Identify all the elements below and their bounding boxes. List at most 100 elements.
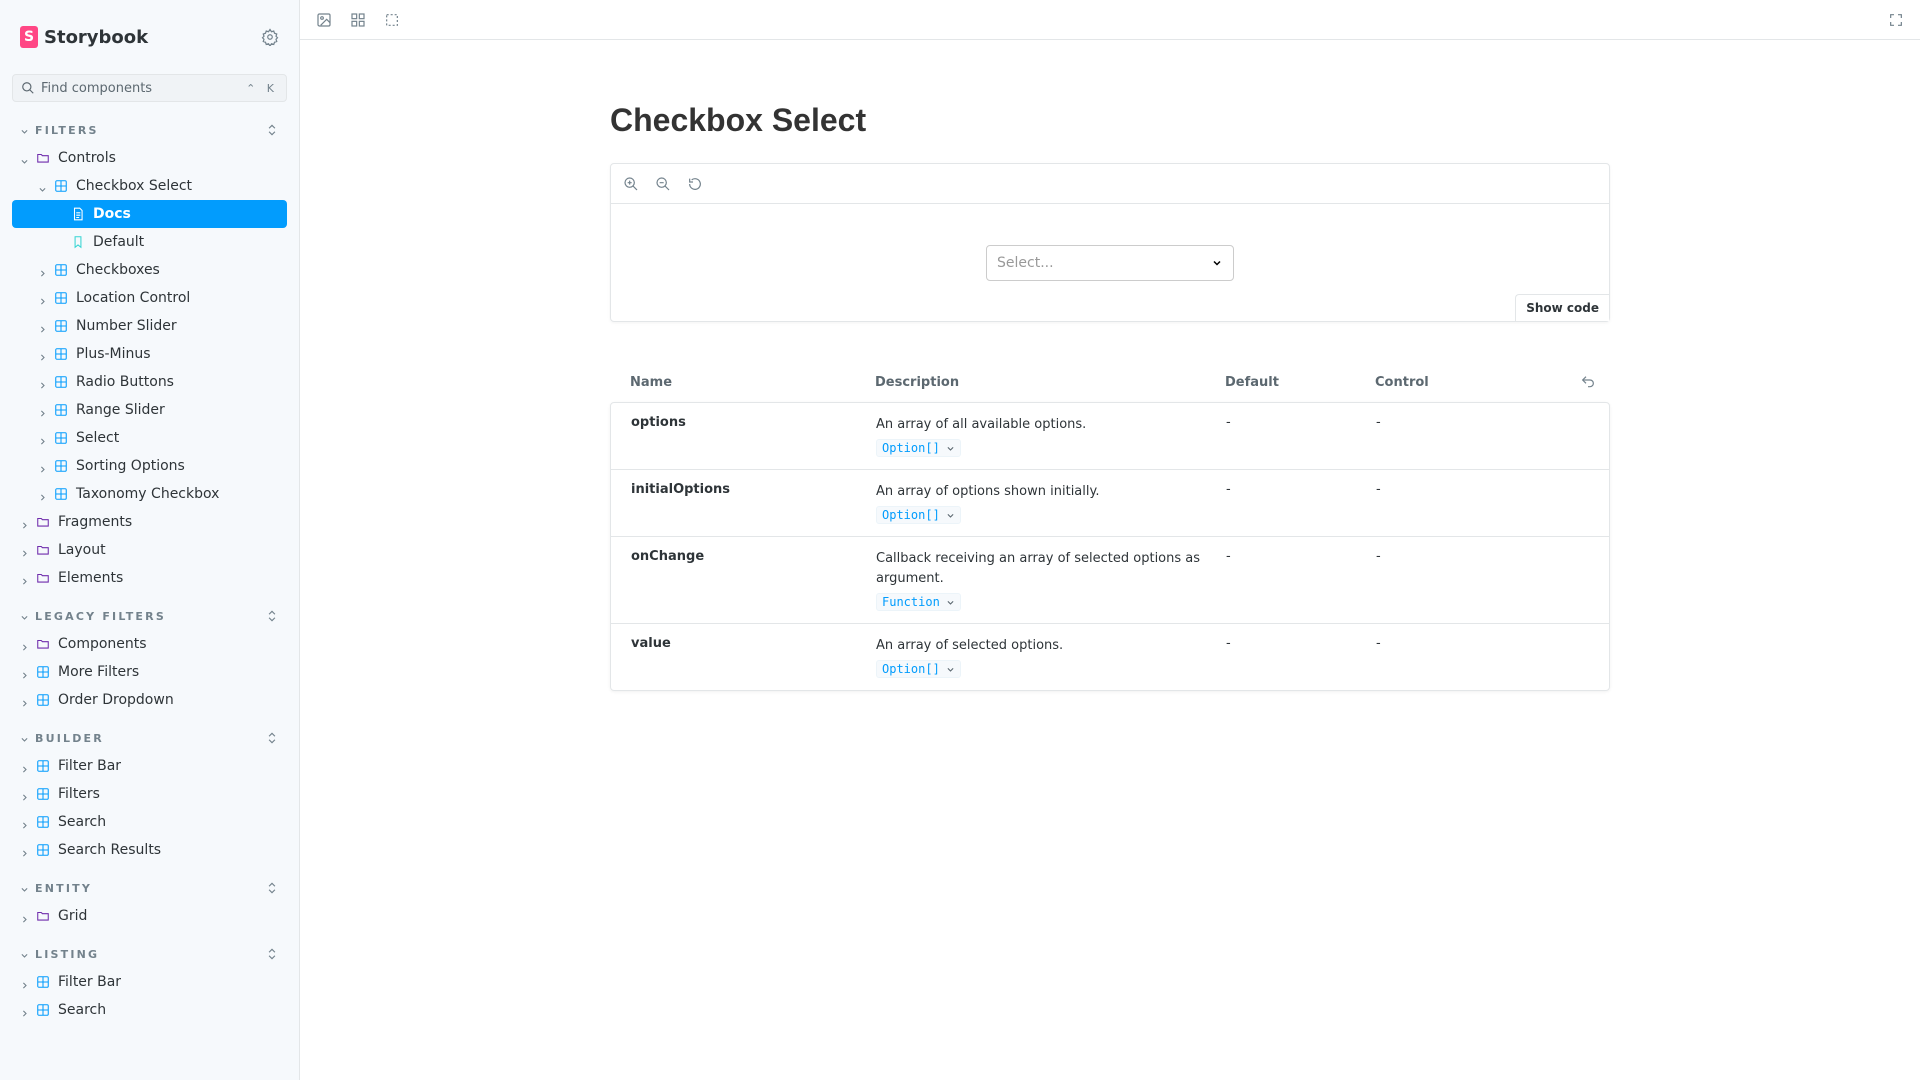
sidebar-item-components[interactable]: Components — [0, 630, 299, 658]
reset-controls-icon[interactable] — [1580, 374, 1596, 390]
chevron-right-icon — [20, 912, 29, 923]
chevron-right-icon — [38, 266, 47, 277]
sidebar-item-label: Taxonomy Checkbox — [76, 486, 220, 502]
arg-type-toggle[interactable]: Option[] — [876, 506, 961, 524]
chevron-down-icon — [20, 126, 29, 135]
sidebar-tree: FILTERS Controls Checkbox Select Docs Defaul… — [0, 116, 299, 1024]
sidebar-item-label: Filter Bar — [58, 974, 122, 990]
chevron-down-icon — [20, 950, 29, 959]
section-header-entity[interactable]: ENTITY — [0, 874, 299, 902]
sidebar-item-checkbox-select[interactable]: Checkbox Select — [0, 172, 299, 200]
show-code-button[interactable]: Show code — [1515, 294, 1609, 321]
arg-type-toggle[interactable]: Option[] — [876, 660, 961, 678]
arg-description: An array of selected options. — [876, 638, 1064, 653]
arg-default: - — [1226, 482, 1231, 497]
chevron-down-icon — [947, 446, 954, 451]
component-icon — [36, 1003, 50, 1017]
chevron-right-icon — [20, 1006, 29, 1017]
arg-description-cell: An array of selected options. Option[] — [876, 636, 1226, 678]
section-title: ENTITY — [35, 881, 92, 895]
section-header-filters[interactable]: FILTERS — [0, 116, 299, 144]
section-title: LEGACY FILTERS — [35, 609, 166, 623]
component-icon — [36, 665, 50, 679]
component-icon — [54, 179, 68, 193]
sidebar-item-label: Order Dropdown — [58, 692, 174, 708]
section-header-builder[interactable]: BUILDER — [0, 724, 299, 752]
sidebar-item-label: Sorting Options — [76, 458, 185, 474]
sidebar-item-select[interactable]: Select — [0, 424, 299, 452]
story-canvas: Select... Show code — [610, 163, 1610, 322]
sidebar-item-label: Fragments — [58, 514, 133, 530]
sidebar-item-radio-buttons[interactable]: Radio Buttons — [0, 368, 299, 396]
component-icon — [36, 787, 50, 801]
sidebar-item-label: Number Slider — [76, 318, 177, 334]
sidebar-item-range-slider[interactable]: Range Slider — [0, 396, 299, 424]
canvas-toolbar — [611, 164, 1609, 204]
document-icon — [71, 207, 85, 221]
zoom-out-icon[interactable] — [655, 176, 671, 192]
sidebar-item-taxonomy-checkbox[interactable]: Taxonomy Checkbox — [0, 480, 299, 508]
sidebar-item-label: Radio Buttons — [76, 374, 174, 390]
sidebar-item-filter-bar[interactable]: Filter Bar — [0, 968, 299, 996]
sidebar-item-elements[interactable]: Elements — [0, 564, 299, 592]
sidebar-item-more-filters[interactable]: More Filters — [0, 658, 299, 686]
outline-icon[interactable] — [384, 12, 400, 28]
search-input[interactable]: Find components ⌃ K — [12, 74, 287, 102]
section-header-listing[interactable]: LISTING — [0, 940, 299, 968]
sidebar-item-search[interactable]: Search — [0, 996, 299, 1024]
arg-control: - — [1376, 549, 1381, 564]
folder-icon — [36, 909, 50, 923]
zoom-in-icon[interactable] — [623, 176, 639, 192]
sidebar-item-filter-bar[interactable]: Filter Bar — [0, 752, 299, 780]
folder-icon — [36, 151, 50, 165]
sidebar-item-sorting-options[interactable]: Sorting Options — [0, 452, 299, 480]
storybook-logo[interactable]: S — [20, 26, 38, 48]
image-icon[interactable] — [316, 12, 332, 28]
chevron-right-icon — [38, 434, 47, 445]
checkbox-select-dropdown[interactable]: Select... — [986, 245, 1234, 281]
section-title: LISTING — [35, 947, 100, 961]
arg-type: Function — [882, 595, 940, 609]
sidebar-item-controls[interactable]: Controls — [0, 144, 299, 172]
chevron-right-icon — [20, 846, 29, 857]
sidebar-item-layout[interactable]: Layout — [0, 536, 299, 564]
zoom-reset-icon[interactable] — [687, 176, 703, 192]
arg-type-toggle[interactable]: Option[] — [876, 439, 961, 457]
gear-icon[interactable] — [261, 28, 279, 46]
expand-collapse-icon[interactable] — [265, 947, 279, 961]
expand-collapse-icon[interactable] — [265, 881, 279, 895]
component-icon — [36, 693, 50, 707]
sidebar-item-label: Default — [93, 234, 145, 250]
sidebar-item-label: Select — [76, 430, 120, 446]
expand-collapse-icon[interactable] — [265, 609, 279, 623]
chevron-right-icon — [20, 574, 29, 585]
sidebar-item-plus-minus[interactable]: Plus-Minus — [0, 340, 299, 368]
sidebar-item-search-results[interactable]: Search Results — [0, 836, 299, 864]
sidebar-item-filters[interactable]: Filters — [0, 780, 299, 808]
arg-default: - — [1226, 549, 1231, 564]
arg-name: initialOptions — [631, 482, 731, 497]
arg-type-toggle[interactable]: Function — [876, 593, 961, 611]
sidebar-item-order-dropdown[interactable]: Order Dropdown — [0, 686, 299, 714]
sidebar-item-grid[interactable]: Grid — [0, 902, 299, 930]
expand-collapse-icon[interactable] — [265, 731, 279, 745]
sidebar-item-default[interactable]: Default — [0, 228, 299, 256]
grid-icon[interactable] — [350, 12, 366, 28]
sidebar-item-number-slider[interactable]: Number Slider — [0, 312, 299, 340]
sidebar-item-fragments[interactable]: Fragments — [0, 508, 299, 536]
brand-name[interactable]: Storybook — [44, 27, 148, 48]
sidebar-item-checkboxes[interactable]: Checkboxes — [0, 256, 299, 284]
expand-collapse-icon[interactable] — [265, 123, 279, 137]
section-header-legacy-filters[interactable]: LEGACY FILTERS — [0, 602, 299, 630]
sidebar-item-label: Search — [58, 814, 107, 830]
component-icon — [54, 403, 68, 417]
fullscreen-icon[interactable] — [1888, 12, 1904, 28]
table-row: onChange Callback receiving an array of s… — [611, 536, 1609, 623]
header-control: Control — [1375, 374, 1429, 390]
sidebar-item-search[interactable]: Search — [0, 808, 299, 836]
sidebar-item-location-control[interactable]: Location Control — [0, 284, 299, 312]
sidebar-item-label: Elements — [58, 570, 124, 586]
arg-description-cell: Callback receiving an array of selected … — [876, 549, 1226, 611]
sidebar-item-docs[interactable]: Docs — [12, 200, 287, 228]
section-title: BUILDER — [35, 731, 104, 745]
